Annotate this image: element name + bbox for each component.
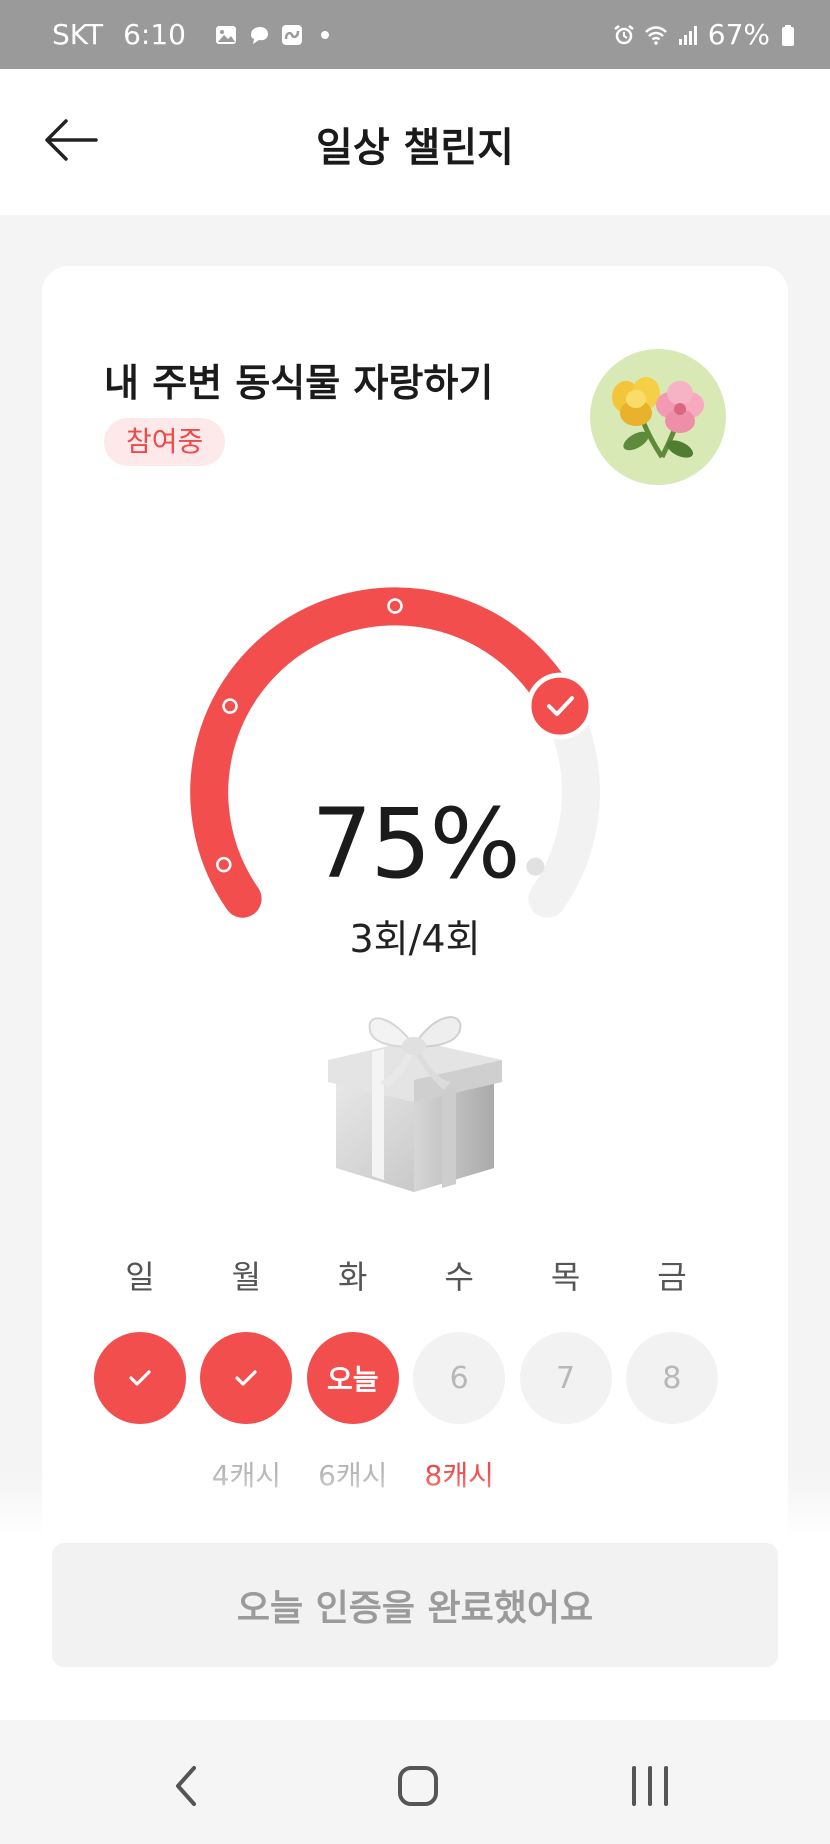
day-label: 7	[556, 1360, 576, 1396]
check-icon	[129, 1370, 151, 1386]
scroll-fade	[0, 1470, 830, 1540]
status-right: 67%	[612, 18, 802, 51]
weekday-label: 수	[444, 1258, 474, 1296]
clock: 6:10	[123, 18, 186, 51]
status-left: SKT 6:10	[52, 18, 337, 51]
page-title: 일상 챌린지	[316, 125, 514, 171]
day-circle-today[interactable]: 오늘	[306, 1332, 399, 1424]
signal-icon	[678, 25, 697, 45]
battery-icon	[782, 24, 794, 46]
wifi-icon	[644, 25, 667, 45]
day-label: 8	[662, 1360, 682, 1396]
flower-thumbnail	[590, 349, 726, 485]
day-checks: 오늘 6 7 8	[94, 1332, 718, 1424]
app-header: 일상 챌린지	[0, 69, 830, 215]
day-circle-future[interactable]: 6	[413, 1332, 506, 1424]
progress-count: 3회/4회	[349, 917, 481, 961]
chat-bubble-icon	[250, 26, 268, 44]
weekday-label: 일	[125, 1258, 155, 1296]
carrier-label: SKT	[52, 18, 104, 51]
complete-button[interactable]: 오늘 인증을 완료했어요	[52, 1543, 778, 1667]
challenge-card: 내 주변 동식물 자랑하기 참여중 75% 3회/4회 일 월 화 수 목 금 …	[42, 266, 788, 1566]
app-logo-icon	[281, 24, 302, 45]
recent-apps-icon[interactable]	[620, 1758, 680, 1814]
progress-knob-check-icon	[526, 672, 594, 740]
battery-percent: 67%	[707, 18, 770, 51]
day-label: 오늘	[327, 1363, 379, 1396]
challenge-title: 내 주변 동식물 자랑하기	[104, 361, 494, 405]
weekday-label: 월	[231, 1258, 262, 1296]
day-circle-done[interactable]	[94, 1332, 186, 1424]
home-square-icon[interactable]	[388, 1758, 448, 1814]
weekday-label: 화	[338, 1258, 368, 1296]
flower-icon	[612, 377, 704, 459]
day-circle-future[interactable]: 8	[625, 1332, 718, 1424]
weekday-label: 금	[657, 1258, 687, 1296]
gift-box-icon	[328, 1016, 502, 1192]
chevron-left-icon[interactable]	[156, 1758, 216, 1814]
weekday-label: 목	[550, 1258, 581, 1296]
day-circle-done[interactable]	[200, 1332, 293, 1424]
dot-icon	[320, 30, 329, 39]
status-bar: SKT 6:10 67%	[0, 0, 830, 69]
weekday-labels: 일월화수목금	[94, 1252, 718, 1298]
system-nav-bar	[0, 1720, 830, 1844]
status-badge: 참여중	[104, 418, 226, 466]
gallery-icon	[215, 25, 236, 44]
day-label: 6	[449, 1360, 469, 1396]
notification-icons	[214, 23, 337, 47]
check-icon	[235, 1370, 257, 1386]
day-circle-future[interactable]: 7	[519, 1332, 612, 1424]
progress-percent: 75%	[311, 788, 520, 900]
alarm-icon	[614, 24, 634, 44]
